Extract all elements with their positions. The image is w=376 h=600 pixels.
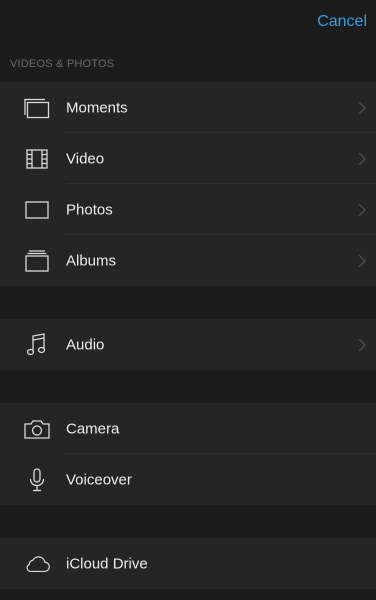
list-item-label: Photos bbox=[66, 201, 113, 218]
chevron-right-icon bbox=[358, 253, 366, 268]
media-group: Moments Video Photos Albums bbox=[0, 82, 376, 286]
section-spacer bbox=[0, 370, 376, 403]
list-item-label: iCloud Drive bbox=[66, 555, 148, 572]
camera-icon bbox=[24, 416, 50, 442]
list-item-albums[interactable]: Albums bbox=[0, 235, 376, 286]
music-note-icon bbox=[24, 332, 50, 358]
list-item-video[interactable]: Video bbox=[0, 133, 376, 184]
list-item-icloud-drive[interactable]: iCloud Drive bbox=[0, 538, 376, 589]
list-item-camera[interactable]: Camera bbox=[0, 403, 376, 454]
cancel-button[interactable]: Cancel bbox=[317, 13, 367, 31]
cloud-icon bbox=[24, 551, 50, 577]
cloud-group: iCloud Drive bbox=[0, 538, 376, 589]
top-bar: Cancel bbox=[0, 0, 376, 46]
list-item-audio[interactable]: Audio bbox=[0, 319, 376, 370]
chevron-right-icon bbox=[358, 100, 366, 115]
media-picker-screen: Cancel VIDEOS & PHOTOS Moments Video Pho… bbox=[0, 0, 376, 600]
chevron-right-icon bbox=[358, 337, 366, 352]
moments-icon bbox=[24, 95, 50, 121]
capture-group: Camera Voiceover bbox=[0, 403, 376, 505]
list-item-moments[interactable]: Moments bbox=[0, 82, 376, 133]
photos-icon bbox=[24, 197, 50, 223]
list-item-label: Albums bbox=[66, 252, 117, 269]
list-item-label: Camera bbox=[66, 420, 120, 437]
section-header-videos-photos: VIDEOS & PHOTOS bbox=[10, 58, 115, 70]
chevron-right-icon bbox=[358, 202, 366, 217]
list-item-label: Moments bbox=[66, 99, 128, 116]
list-item-photos[interactable]: Photos bbox=[0, 184, 376, 235]
section-spacer bbox=[0, 505, 376, 538]
film-icon bbox=[24, 146, 50, 172]
list-item-label: Voiceover bbox=[66, 471, 132, 488]
section-spacer bbox=[0, 286, 376, 319]
list-item-label: Video bbox=[66, 150, 105, 167]
albums-icon bbox=[24, 248, 50, 274]
list-item-label: Audio bbox=[66, 336, 105, 353]
list-item-voiceover[interactable]: Voiceover bbox=[0, 454, 376, 505]
audio-group: Audio bbox=[0, 319, 376, 370]
microphone-icon bbox=[24, 467, 50, 493]
chevron-right-icon bbox=[358, 151, 366, 166]
